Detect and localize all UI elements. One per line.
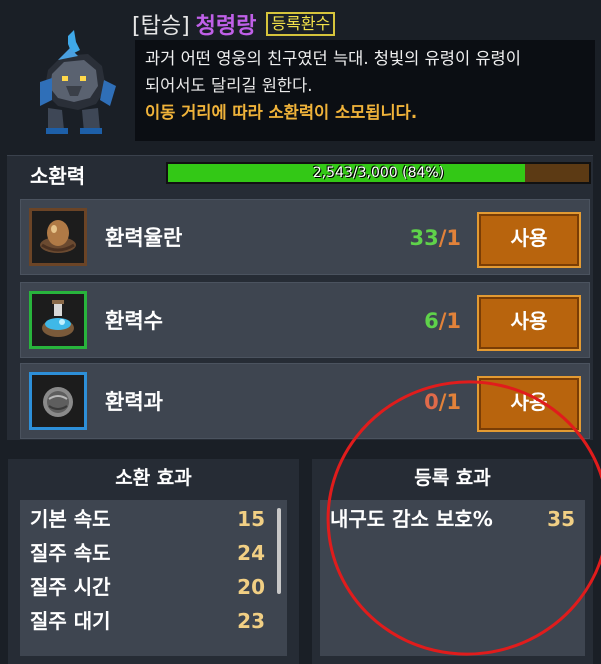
summon-effects-title: 소환 효과 (115, 467, 192, 489)
item-row-fruit: 환력과 0/1 사용 (20, 363, 590, 439)
summon-effects-list: 기본 속도 15 질주 속도 24 질주 시간 20 질주 대기 23 (20, 500, 287, 656)
stat-label: 질주 속도 (30, 541, 111, 565)
registered-badge: 등록환수 (266, 12, 336, 36)
ride-tag: [탑승] (132, 14, 190, 39)
use-button-water[interactable]: 사용 (477, 295, 581, 351)
stone-orb-icon (29, 372, 87, 430)
stat-value: 23 (237, 609, 265, 633)
item-count-egg: 33/1 (409, 200, 461, 276)
stat-row: 질주 속도 24 (20, 536, 287, 570)
summon-power-label: 소환력 (30, 164, 86, 188)
item-row-water: 환력수 6/1 사용 (20, 282, 590, 358)
summon-power-gauge: 2,543/3,000 (84%) (166, 162, 591, 184)
stat-value: 20 (237, 575, 265, 599)
item-owned-fruit: 0 (424, 390, 439, 414)
stat-row: 질주 대기 23 (20, 604, 287, 638)
stat-value: 24 (237, 541, 265, 565)
stat-label: 질주 대기 (30, 609, 111, 633)
summon-effects-scrollbar[interactable] (277, 508, 281, 594)
summon-power-gauge-text: 2,543/3,000 (84%) (312, 165, 445, 181)
stat-label: 기본 속도 (30, 507, 111, 531)
item-required-egg: /1 (438, 226, 461, 250)
stat-row: 내구도 감소 보호% 35 (320, 502, 585, 536)
item-count-water: 6/1 (424, 283, 461, 359)
use-button-egg[interactable]: 사용 (477, 212, 581, 268)
item-count-fruit: 0/1 (424, 364, 461, 440)
stat-row: 기본 속도 15 (20, 502, 287, 536)
register-effects-list: 내구도 감소 보호% 35 (320, 500, 585, 656)
title-row: [탑승] 청령랑 등록환수 (132, 8, 336, 40)
item-owned-egg: 33 (409, 226, 439, 250)
use-button-fruit[interactable]: 사용 (477, 376, 581, 432)
item-owned-water: 6 (424, 309, 439, 333)
stat-label: 내구도 감소 보호% (330, 507, 493, 531)
item-row-egg: 환력율란 33/1 사용 (20, 199, 590, 275)
egg-nest-icon (29, 208, 87, 266)
item-required-fruit: /1 (438, 390, 461, 414)
register-effects-panel: 등록 효과 내구도 감소 보호% 35 (312, 459, 593, 664)
wolf-portrait-image (18, 30, 128, 140)
potion-bowl-icon (29, 291, 87, 349)
stat-value: 15 (237, 507, 265, 531)
description-box: 과거 어떤 영웅의 친구였던 늑대. 청빛의 유령이 유령이 되어서도 달리길 … (135, 40, 595, 141)
summon-effects-panel: 소환 효과 기본 속도 15 질주 속도 24 질주 시간 20 질주 대기 2… (8, 459, 299, 664)
register-effects-title: 등록 효과 (414, 467, 491, 489)
item-name-fruit: 환력과 (105, 390, 163, 414)
item-name-water: 환력수 (105, 309, 163, 333)
stat-label: 질주 시간 (30, 575, 111, 599)
creature-name: 청령랑 (195, 14, 257, 39)
item-required-water: /1 (438, 309, 461, 333)
description-text-1b: 되어서도 달리길 원한다. (145, 76, 313, 95)
stat-row: 질주 시간 20 (20, 570, 287, 604)
description-text-1: 과거 어떤 영웅의 친구였던 늑대. 청빛의 유령이 유령이 (145, 49, 521, 68)
item-name-egg: 환력율란 (105, 226, 183, 250)
description-warning: 이동 거리에 따라 소환력이 소모됩니다. (145, 103, 418, 122)
stat-value: 35 (547, 507, 575, 531)
